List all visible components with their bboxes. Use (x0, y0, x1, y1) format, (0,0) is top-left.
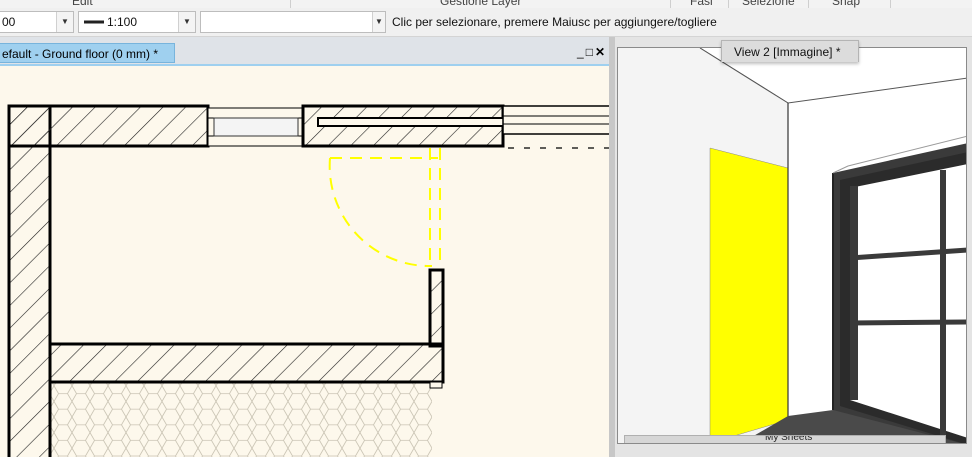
floor-plan-drawing (7, 104, 609, 457)
close-icon[interactable]: ✕ (595, 45, 607, 59)
window-controls: _□✕ (577, 45, 607, 59)
tab-plan-view-label: efault - Ground floor (0 mm) * (2, 47, 159, 61)
line-sample-icon (83, 15, 105, 29)
partition-wall (428, 268, 445, 348)
yellow-wall-panel (709, 147, 789, 443)
render-view-window: My Sheets View 2 [Immagine] * (615, 37, 972, 457)
status-hint: Clic per selezionare, premere Maiusc per… (392, 15, 717, 29)
render-3d-canvas[interactable]: My Sheets (617, 47, 967, 444)
scale-combo[interactable]: 00 ▼ (0, 11, 74, 33)
linetype-combo[interactable]: 1:100 ▼ (78, 11, 196, 33)
options-toolbar: 00 ▼ 1:100 ▼ ▼ Clic per selezionare, pre… (0, 8, 972, 37)
interior-3d-render (618, 48, 966, 443)
chevron-down-icon[interactable]: ▼ (178, 12, 195, 32)
filter-combo[interactable]: ▼ (200, 11, 386, 33)
ribbon-label-edit: Edit (72, 0, 93, 8)
linetype-combo-value: 1:100 (107, 15, 138, 29)
chevron-down-icon[interactable]: ▼ (56, 12, 73, 32)
chevron-down-icon[interactable]: ▼ (372, 12, 385, 32)
ribbon-label-snap: Snap (832, 0, 861, 8)
tab-my-sheets-label: My Sheets (765, 435, 813, 443)
scale-combo-value: 00 (2, 15, 16, 29)
tile-floor-area (50, 381, 432, 457)
wall-right-segment (502, 105, 609, 135)
minimize-icon[interactable]: _ (577, 45, 586, 59)
ribbon-label-selezione: Selezione (742, 0, 795, 8)
door-swing (328, 148, 441, 268)
plan-view-window: efault - Ground floor (0 mm) * _□✕ (0, 37, 609, 457)
tab-render-view[interactable]: View 2 [Immagine] * (721, 40, 859, 62)
maximize-icon[interactable]: □ (586, 45, 595, 59)
ribbon-label-layer: Gestione Layer (440, 0, 522, 8)
ribbon-label-fasi: Fasi (690, 0, 713, 8)
left-wall (7, 104, 52, 457)
glass-door (832, 135, 966, 443)
tab-my-sheets[interactable]: My Sheets (624, 435, 946, 443)
tab-render-view-label: View 2 [Immagine] * (734, 45, 841, 59)
floor-plan-canvas[interactable] (0, 64, 609, 457)
middle-wall (48, 342, 445, 384)
top-wall-left (7, 104, 210, 148)
tab-plan-view[interactable]: efault - Ground floor (0 mm) * (0, 43, 175, 63)
